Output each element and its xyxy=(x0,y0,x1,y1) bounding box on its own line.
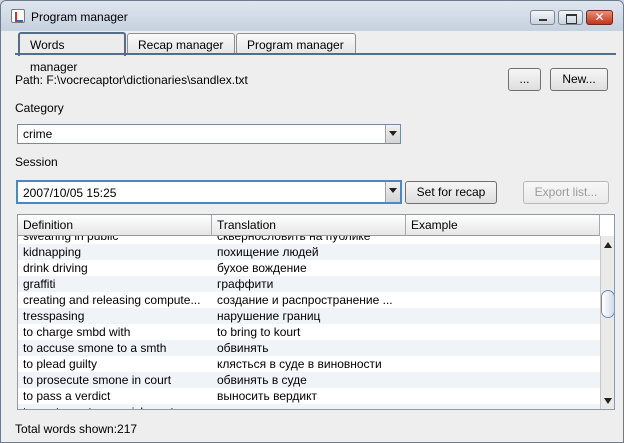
table-row[interactable]: tresspasing нарушение границ xyxy=(18,308,600,324)
main-window: Program manager ✕ Words manager Recap ma… xyxy=(0,0,624,443)
cell-example xyxy=(406,324,600,340)
cell-example xyxy=(406,404,600,409)
table-row[interactable]: to pass a verdict выносить вердикт xyxy=(18,388,600,404)
close-button[interactable]: ✕ xyxy=(586,10,613,25)
table-row[interactable]: graffiti граффити xyxy=(18,276,600,292)
words-table: Definition Translation Example swearing … xyxy=(17,214,615,410)
cell-translation: назначить наказание xyxy=(212,404,406,409)
tab-divider xyxy=(15,53,616,55)
table-body: swearing in public сквернословить на публ… xyxy=(18,236,600,409)
java-app-icon xyxy=(11,9,25,23)
table-row[interactable]: creating and releasing compute... создани… xyxy=(18,292,600,308)
table-row[interactable]: to charge smbd with to bring to kourt xyxy=(18,324,600,340)
cell-definition: graffiti xyxy=(23,277,56,291)
session-value: 2007/10/05 15:25 xyxy=(23,186,117,200)
cell-definition: to charge smbd with xyxy=(23,325,131,339)
cell-definition: drink driving xyxy=(23,261,88,275)
column-header-example[interactable]: Example xyxy=(406,215,600,236)
table-row[interactable]: to sentence to a punishmentназначить нак… xyxy=(18,404,600,409)
cell-translation: выносить вердикт xyxy=(217,389,317,403)
session-select[interactable]: 2007/10/05 15:25 xyxy=(16,180,402,204)
cell-example xyxy=(406,236,600,244)
close-icon: ✕ xyxy=(594,10,605,24)
status-text: Total words shown:217 xyxy=(15,422,138,436)
cell-definition: to sentence to a punishment xyxy=(18,404,212,409)
cell-example xyxy=(406,388,600,404)
scroll-up-icon[interactable] xyxy=(604,242,612,248)
cell-definition: to prosecute smone in court xyxy=(23,373,172,387)
window-title: Program manager xyxy=(31,10,128,24)
cell-translation: клясться в суде в виновности xyxy=(217,357,382,371)
cell-translation: обвинять xyxy=(217,341,269,355)
set-for-recap-button[interactable]: Set for recap xyxy=(405,181,497,204)
cell-translation: создание и распространение ... xyxy=(217,293,393,307)
cell-definition: kidnapping xyxy=(23,245,82,259)
cell-example xyxy=(406,340,600,356)
cell-definition: to plead guilty xyxy=(23,357,98,371)
cell-example xyxy=(406,292,600,308)
cell-example xyxy=(406,244,600,260)
cell-example xyxy=(406,356,600,372)
column-header-translation[interactable]: Translation xyxy=(212,215,406,236)
export-list-button[interactable]: Export list... xyxy=(523,181,609,204)
title-bar[interactable]: Program manager ✕ xyxy=(1,1,623,31)
vertical-scrollbar[interactable] xyxy=(600,236,614,409)
table-row[interactable]: drink driving бухое вождение xyxy=(18,260,600,276)
table-row[interactable]: to plead guilty клясться в суде в виновно… xyxy=(18,356,600,372)
cell-example xyxy=(406,308,600,324)
browse-button[interactable]: ... xyxy=(508,68,541,91)
cell-definition: to accuse smone to a smth xyxy=(23,341,167,355)
chevron-down-icon[interactable] xyxy=(385,182,400,202)
scroll-down-icon[interactable] xyxy=(604,398,612,404)
cell-definition: swearing in public xyxy=(23,236,119,243)
cell-translation: нарушение границ xyxy=(217,309,321,323)
new-dictionary-button[interactable]: New... xyxy=(550,68,608,91)
column-header-definition[interactable]: Definition xyxy=(18,215,212,236)
cell-translation: граффити xyxy=(217,277,274,291)
session-label: Session xyxy=(15,155,58,169)
tab-recap-manager[interactable]: Recap manager xyxy=(127,33,235,55)
cell-example xyxy=(406,372,600,388)
table-row[interactable]: to prosecute smone in court обвинять в су… xyxy=(18,372,600,388)
cell-definition: creating and releasing compute... xyxy=(23,293,201,307)
category-label: Category xyxy=(15,101,64,115)
cell-translation: похищение людей xyxy=(217,245,319,259)
maximize-button[interactable] xyxy=(558,10,583,25)
cell-definition: to pass a verdict xyxy=(23,389,111,403)
category-value: crime xyxy=(23,127,53,141)
dictionary-path: Path: F:\vocrecaptor\dictionaries\sandle… xyxy=(15,73,248,87)
cell-example xyxy=(406,260,600,276)
table-row[interactable]: swearing in public сквернословить на публ… xyxy=(18,236,600,244)
table-header: Definition Translation Example xyxy=(18,215,600,236)
cell-translation: бухое вождение xyxy=(217,261,307,275)
cell-translation: обвинять в суде xyxy=(217,373,307,387)
category-select[interactable]: crime xyxy=(17,124,401,144)
cell-example xyxy=(406,276,600,292)
minimize-button[interactable] xyxy=(530,10,555,25)
table-row[interactable]: kidnapping похищение людей xyxy=(18,244,600,260)
table-row[interactable]: to accuse smone to a smth обвинять xyxy=(18,340,600,356)
cell-definition: tresspasing xyxy=(23,309,85,323)
cell-translation: to bring to kourt xyxy=(217,325,301,339)
chevron-down-icon[interactable] xyxy=(385,125,400,143)
cell-translation: сквернословить на публике xyxy=(217,236,371,243)
tab-program-manager[interactable]: Program manager xyxy=(236,33,356,55)
table-rows: swearing in public сквернословить на публ… xyxy=(18,236,600,409)
scroll-thumb[interactable] xyxy=(601,290,614,319)
